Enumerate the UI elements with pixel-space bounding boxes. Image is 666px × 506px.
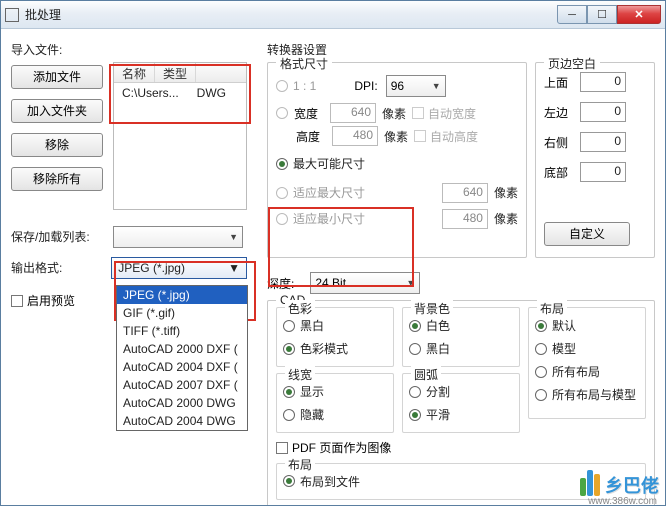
close-button[interactable]: ✕	[617, 5, 661, 24]
watermark-url: www.386w.com	[588, 496, 657, 505]
margin-right-label: 右侧	[544, 134, 574, 151]
dropdown-option[interactable]: AutoCAD 2000 DWG	[117, 394, 247, 412]
dropdown-option[interactable]: JPEG (*.jpg)	[117, 286, 247, 304]
format-size-title: 格式尺寸	[276, 55, 332, 72]
px-label: 像素	[382, 105, 406, 122]
px-label: 像素	[494, 184, 518, 201]
window: 批处理 ─ ☐ ✕ 导入文件: 添加文件 加入文件夹 移除 移除所有 名称 类型	[0, 0, 666, 506]
file-list[interactable]: 名称 类型 C:\Users... DWG	[113, 62, 247, 210]
radio-layout-model[interactable]: 模型	[535, 340, 576, 357]
radio-arc-seg[interactable]: 分割	[409, 383, 450, 400]
margin-bottom-label: 底部	[544, 164, 574, 181]
dropdown-option[interactable]: AutoCAD 2004 DXF (	[117, 358, 247, 376]
fit-max-input[interactable]: 640	[442, 183, 488, 203]
radio-lw-hide[interactable]: 隐藏	[283, 406, 324, 423]
radio-layout-default[interactable]: 默认	[535, 317, 576, 334]
radio-layout-to-file[interactable]: 布局到文件	[283, 473, 360, 490]
dropdown-option[interactable]: GIF (*.gif)	[117, 304, 247, 322]
margins-title: 页边空白	[544, 55, 600, 72]
auto-width-check[interactable]: 自动宽度	[412, 105, 476, 122]
radio-bg-white[interactable]: 白色	[409, 317, 450, 334]
radio-fit-max[interactable]: 适应最大尺寸	[276, 184, 365, 201]
margin-top-label: 上面	[544, 74, 574, 91]
output-format-label: 输出格式:	[11, 259, 103, 276]
remove-all-button[interactable]: 移除所有	[11, 167, 103, 191]
left-panel: 导入文件: 添加文件 加入文件夹 移除 移除所有 名称 类型 C:\Users.…	[1, 29, 257, 505]
bg-subgroup: 背景色 白色 黑白	[402, 307, 520, 367]
window-title: 批处理	[25, 6, 557, 23]
save-load-combo[interactable]: ▼	[113, 226, 243, 248]
depth-combo[interactable]: 24 Bit▼	[310, 272, 420, 294]
custom-button[interactable]: 自定义	[544, 222, 630, 246]
px-label: 像素	[494, 210, 518, 227]
dropdown-option[interactable]: TIFF (*.tiff)	[117, 322, 247, 340]
add-file-button[interactable]: 添加文件	[11, 65, 103, 89]
margin-left-label: 左边	[544, 104, 574, 121]
dropdown-option[interactable]: AutoCAD 2004 DWG	[117, 412, 247, 430]
right-panel: 转换器设置 格式尺寸 1 : 1 DPI: 96▼ 宽度 640 像素	[257, 29, 665, 505]
width-label: 宽度	[294, 105, 324, 122]
remove-button[interactable]: 移除	[11, 133, 103, 157]
minimize-button[interactable]: ─	[557, 5, 587, 24]
margin-top-input[interactable]: 0	[580, 72, 626, 92]
radio-width[interactable]	[276, 107, 288, 119]
enable-preview-label: 启用预览	[27, 292, 75, 309]
margin-left-input[interactable]: 0	[580, 102, 626, 122]
output-format-dropdown[interactable]: JPEG (*.jpg) GIF (*.gif) TIFF (*.tiff) A…	[116, 285, 248, 431]
radio-bg-black[interactable]: 黑白	[409, 340, 450, 357]
radio-fit-min[interactable]: 适应最小尺寸	[276, 210, 365, 227]
dropdown-option[interactable]: AutoCAD 2007 DXF (	[117, 376, 247, 394]
enable-preview-checkbox[interactable]: 启用预览	[11, 292, 75, 309]
height-input[interactable]: 480	[332, 126, 378, 146]
radio-lw-show[interactable]: 显示	[283, 383, 324, 400]
arc-subgroup: 圆弧 分割 平滑	[402, 373, 520, 433]
margins-group: 页边空白 上面0 左边0 右侧0 底部0 自定义	[535, 62, 655, 258]
color-subgroup: 色彩 黑白 色彩模式	[276, 307, 394, 367]
radio-layout-all[interactable]: 所有布局	[535, 363, 600, 380]
file-type: DWG	[197, 86, 226, 100]
format-size-group: 格式尺寸 1 : 1 DPI: 96▼ 宽度 640 像素 自动宽度	[267, 62, 527, 258]
file-name: C:\Users...	[122, 86, 179, 100]
dpi-label: DPI:	[354, 79, 377, 93]
titlebar: 批处理 ─ ☐ ✕	[1, 1, 665, 29]
radio-max-possible[interactable]: 最大可能尺寸	[276, 155, 365, 172]
dpi-combo[interactable]: 96▼	[386, 75, 446, 97]
margin-right-input[interactable]: 0	[580, 132, 626, 152]
maximize-button[interactable]: ☐	[587, 5, 617, 24]
save-load-label: 保存/加载列表:	[11, 228, 105, 245]
pdf-as-image-check[interactable]: PDF 页面作为图像	[276, 439, 391, 456]
depth-label: 深度:	[267, 275, 294, 292]
width-input[interactable]: 640	[330, 103, 376, 123]
fit-min-input[interactable]: 480	[442, 209, 488, 229]
col-type[interactable]: 类型	[155, 63, 196, 82]
radio-1to1[interactable]: 1 : 1	[276, 79, 316, 93]
import-label: 导入文件:	[11, 41, 247, 58]
linewidth-subgroup: 线宽 显示 隐藏	[276, 373, 394, 433]
radio-arc-smooth[interactable]: 平滑	[409, 406, 450, 423]
radio-layout-all-model[interactable]: 所有布局与模型	[535, 386, 636, 403]
watermark: 乡巴佬	[580, 470, 659, 499]
height-label: 高度	[296, 128, 326, 145]
layout-subgroup: 布局 默认 模型 所有布局 所有布局与模型	[528, 307, 646, 419]
app-icon	[5, 8, 19, 22]
output-format-value: JPEG (*.jpg)	[118, 261, 185, 275]
chevron-down-icon: ▼	[228, 261, 240, 275]
margin-bottom-input[interactable]: 0	[580, 162, 626, 182]
col-name[interactable]: 名称	[114, 63, 155, 82]
output-format-combo[interactable]: JPEG (*.jpg) ▼	[111, 257, 247, 279]
file-row[interactable]: C:\Users... DWG	[114, 83, 246, 103]
px-label: 像素	[384, 128, 408, 145]
dropdown-option[interactable]: AutoCAD 2000 DXF (	[117, 340, 247, 358]
add-folder-button[interactable]: 加入文件夹	[11, 99, 103, 123]
radio-color-mode[interactable]: 色彩模式	[283, 340, 348, 357]
radio-bw[interactable]: 黑白	[283, 317, 324, 334]
auto-height-check[interactable]: 自动高度	[414, 128, 478, 145]
